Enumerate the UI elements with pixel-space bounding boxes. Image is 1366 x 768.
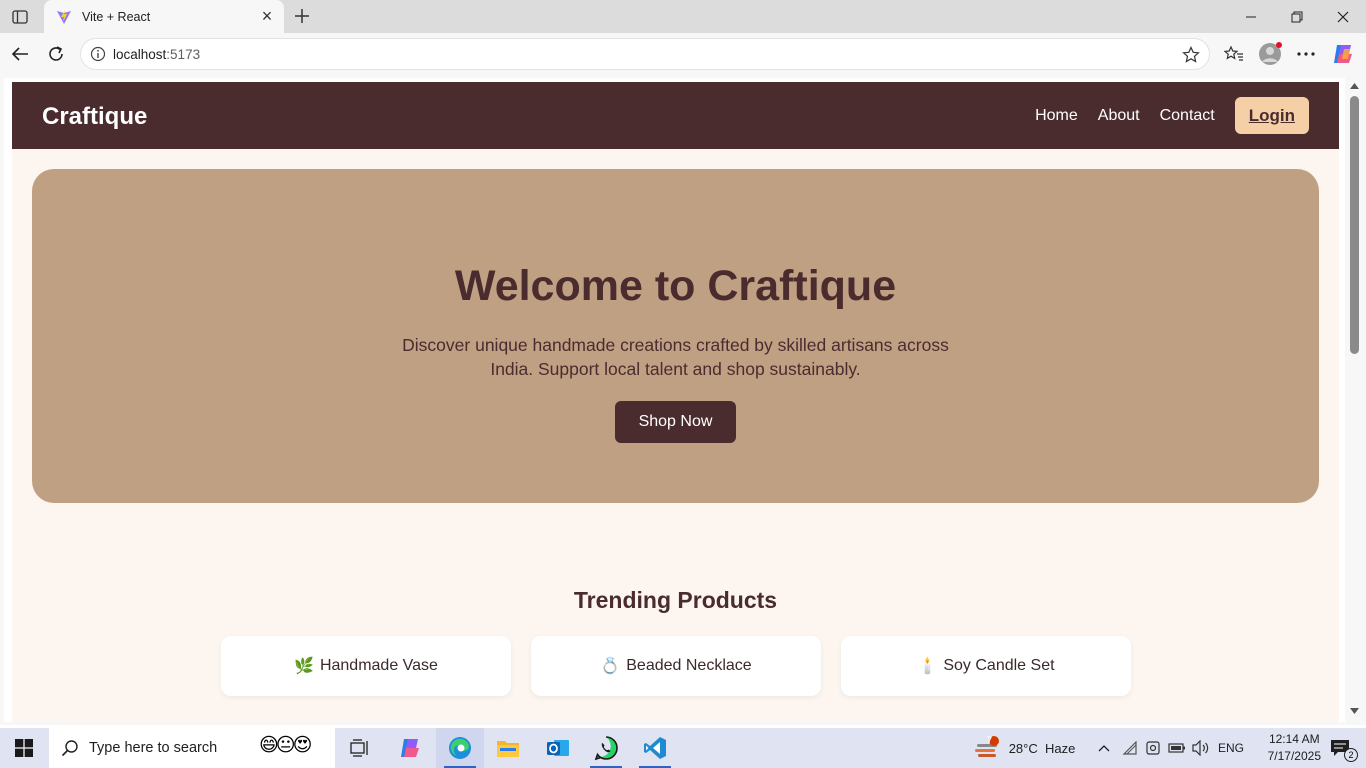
browser-viewport: Craftique Home About Contact Login Welco… (0, 75, 1366, 725)
emoji-search-highlight-icon: 😄😐😍 (259, 735, 312, 756)
site-navbar: Craftique Home About Contact Login (12, 82, 1339, 149)
copilot-taskbar-icon[interactable] (388, 728, 432, 768)
clock-time: 12:14 AM (1268, 732, 1320, 746)
notification-count: 2 (1344, 748, 1358, 762)
page-scrollbar[interactable] (1347, 78, 1362, 722)
scroll-thumb[interactable] (1350, 96, 1359, 354)
page: Craftique Home About Contact Login Welco… (4, 78, 1345, 722)
whatsapp-icon[interactable] (582, 728, 630, 768)
close-window-icon[interactable] (1320, 0, 1366, 33)
copilot-icon[interactable] (1329, 40, 1357, 68)
browser-tabstrip: Vite + React × (0, 0, 1366, 33)
file-explorer-icon[interactable] (486, 728, 530, 768)
edge-taskbar-icon[interactable] (436, 728, 484, 768)
tab-actions-icon[interactable] (8, 6, 32, 28)
close-tab-icon[interactable]: × (256, 6, 278, 28)
hero-banner: Welcome to Craftique Discover unique han… (32, 169, 1319, 503)
new-tab-icon[interactable] (290, 4, 314, 28)
vite-favicon-icon (57, 9, 71, 24)
battery-icon[interactable] (1166, 728, 1188, 768)
volume-icon[interactable] (1190, 728, 1212, 768)
favorite-star-icon[interactable] (1181, 45, 1201, 65)
favorites-icon[interactable] (1220, 40, 1248, 68)
product-card[interactable]: 🌿 Handmade Vase (221, 636, 511, 696)
browser-tab[interactable]: Vite + React × (44, 0, 284, 33)
tab-title: Vite + React (82, 9, 151, 24)
brand-logo[interactable]: Craftique (42, 103, 147, 131)
candle-icon: 🕯️ (917, 658, 938, 675)
chevron-up-icon[interactable] (1094, 728, 1114, 768)
restore-icon[interactable] (1274, 0, 1320, 33)
product-card[interactable]: 💍 Beaded Necklace (531, 636, 821, 696)
taskbar-search-box[interactable]: Type here to search 😄😐😍 (49, 728, 335, 768)
site-info-icon[interactable] (83, 46, 113, 62)
login-button[interactable]: Login (1234, 97, 1309, 134)
notifications-icon[interactable]: 2 (1318, 728, 1362, 768)
hero-subtitle: Discover unique handmade creations craft… (402, 335, 949, 379)
language-indicator[interactable]: ENG (1214, 728, 1248, 768)
more-options-icon[interactable] (1292, 40, 1320, 68)
product-label: Beaded Necklace (626, 657, 752, 674)
address-bar[interactable]: localhost:5173 (80, 38, 1210, 70)
craftique-site: Craftique Home About Contact Login Welco… (12, 82, 1339, 722)
shop-now-button[interactable]: Shop Now (615, 401, 736, 443)
nav-link-about[interactable]: About (1098, 107, 1140, 125)
nav-link-contact[interactable]: Contact (1160, 107, 1215, 125)
url-text: localhost:5173 (113, 46, 201, 62)
nav-link-home[interactable]: Home (1035, 107, 1078, 125)
profile-avatar-icon[interactable] (1256, 40, 1284, 68)
trending-products-heading: Trending Products (573, 587, 778, 613)
search-placeholder: Type here to search (89, 740, 218, 756)
windows-start-icon[interactable] (0, 728, 48, 768)
minimize-icon[interactable] (1228, 0, 1274, 33)
back-icon[interactable] (6, 40, 34, 68)
vscode-icon[interactable] (631, 728, 679, 768)
hero-title: Welcome to Craftique (454, 262, 897, 310)
product-label: Soy Candle Set (943, 657, 1055, 674)
ring-icon: 💍 (600, 658, 621, 675)
trending-products-list: 🌿 Handmade Vase 💍 Beaded Necklace 🕯️ Soy… (221, 636, 1151, 696)
meet-now-icon[interactable] (1143, 728, 1163, 768)
clock-date: 7/17/2025 (1267, 749, 1321, 763)
search-icon (61, 739, 79, 757)
scroll-down-icon[interactable] (1349, 705, 1360, 717)
windows-taskbar: Type here to search 😄😐😍 7 28°C Haze ENG … (0, 728, 1366, 768)
weather-badge: 7 (987, 735, 993, 745)
leaf-icon: 🌿 (294, 658, 314, 675)
weather-text[interactable]: 28°C Haze (1006, 728, 1078, 768)
product-card[interactable]: 🕯️ Soy Candle Set (841, 636, 1131, 696)
system-clock[interactable]: 12:14 AM 7/17/2025 (1268, 731, 1321, 765)
nav-links: Home About Contact Login (1035, 97, 1309, 134)
browser-toolbar: localhost:5173 (0, 33, 1366, 75)
task-view-icon[interactable] (343, 728, 377, 768)
reload-icon[interactable] (42, 40, 70, 68)
product-label: Handmade Vase (319, 657, 438, 674)
outlook-icon[interactable] (534, 728, 582, 768)
scroll-up-icon[interactable] (1349, 80, 1360, 92)
weather-icon[interactable]: 7 (970, 728, 1004, 768)
network-icon[interactable] (1120, 728, 1140, 768)
